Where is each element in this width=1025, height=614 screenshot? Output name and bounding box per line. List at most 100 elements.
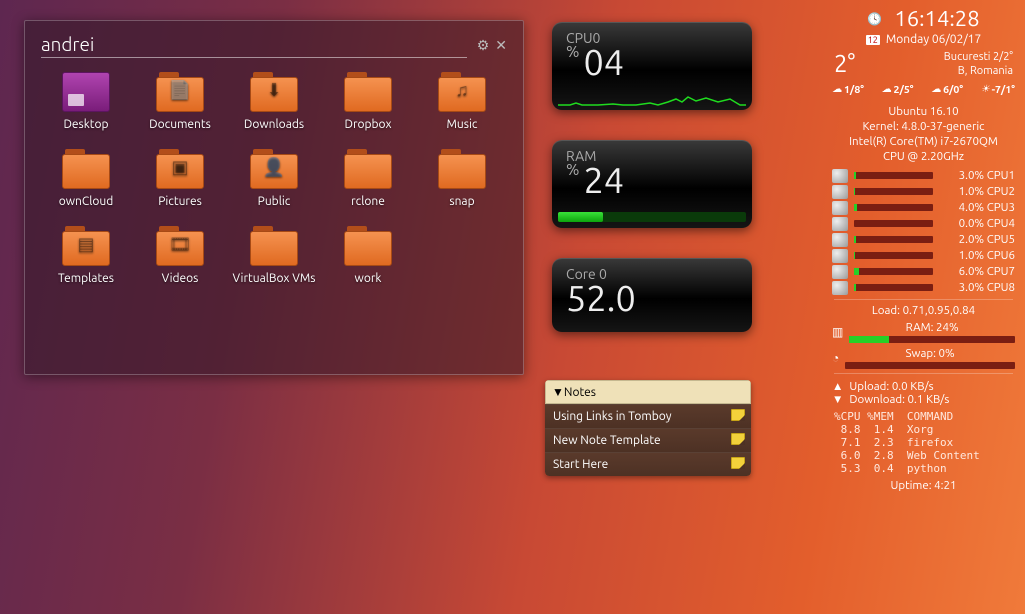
cpu-percent: 6.0% CPU7 (939, 265, 1015, 278)
clock-icon: 🕓 (867, 12, 882, 26)
cpu-bar (854, 172, 933, 179)
cpu-bar (854, 268, 933, 275)
file-item-downloads[interactable]: ⬇ Downloads (229, 72, 319, 131)
download-rate: Download: 0.1 KB/s (849, 393, 949, 406)
file-label: Documents (149, 118, 211, 131)
clock-date: Monday 06/02/17 (886, 33, 981, 46)
cpu-row: 3.0% CPU8 (832, 281, 1015, 295)
note-item[interactable]: Using Links in Tomboy (545, 404, 751, 428)
close-icon[interactable]: ✕ (495, 37, 507, 54)
file-item-rclone[interactable]: rclone (323, 149, 413, 208)
gauge-value: 24 (583, 159, 624, 200)
note-item[interactable]: Start Here (545, 452, 751, 476)
note-label: New Note Template (553, 434, 661, 447)
download-icon: ▼ (832, 393, 843, 406)
location-line1: Bucuresti 2/2° (944, 50, 1013, 64)
file-item-pictures[interactable]: ▣ Pictures (135, 149, 225, 208)
folder-icon (344, 72, 392, 112)
notes-header[interactable]: ▼Notes (545, 380, 751, 404)
cpu-row: 6.0% CPU7 (832, 265, 1015, 279)
swap-label: Swap: 0% (845, 347, 1015, 360)
uptime: Uptime: 4:21 (826, 479, 1021, 492)
cpu-percent: 1.0% CPU2 (939, 185, 1015, 198)
file-label: Public (258, 195, 291, 208)
note-icon (731, 433, 745, 445)
forecast-day: 6/0° (943, 83, 963, 95)
process-list: %CPU %MEM COMMAND 8.8 1.4 Xorg 7.1 2.3 f… (834, 410, 1013, 475)
cpu-model2: CPU @ 2.20GHz (826, 150, 1021, 163)
file-item-desktop[interactable]: Desktop (41, 72, 131, 131)
core-temp-gauge: Core 0 52.0 (552, 258, 752, 332)
cpu-chip-icon (832, 217, 848, 231)
cpu-bar (854, 188, 933, 195)
folder-icon (62, 149, 110, 189)
cpu-bar (854, 284, 933, 291)
folder-icon: 👤 (250, 149, 298, 189)
weather-icon: ☁ (882, 83, 892, 95)
cpu-chip-icon (832, 169, 848, 183)
cpu-chip-icon (832, 281, 848, 295)
file-item-documents[interactable]: 📄 Documents (135, 72, 225, 131)
folder-icon: 🎞 (156, 226, 204, 266)
ram-gauge: RAM %24 (552, 140, 752, 228)
cpu-row: 2.0% CPU5 (832, 233, 1015, 247)
cpu-row: 4.0% CPU3 (832, 201, 1015, 215)
forecast-day: -7/1° (992, 83, 1015, 95)
system-sidebar: 🕓 16:14:28 12 Monday 06/02/17 2° Bucures… (826, 6, 1021, 492)
file-item-music[interactable]: ♫Music (417, 72, 507, 131)
cpu-model: Intel(R) Core(TM) i7-2670QM (826, 135, 1021, 148)
folder-icon: ▣ (156, 149, 204, 189)
percent-sign: % (566, 161, 579, 179)
file-label: Videos (162, 272, 199, 285)
cpu-percent: 4.0% CPU3 (939, 201, 1015, 214)
cpu-bar (854, 252, 933, 259)
weather-icon: ☁ (931, 83, 941, 95)
forecast-row: ☁1/8° ☁2/5° ☁6/0° ☀-7/1° (826, 79, 1021, 103)
cpu-percent: 3.0% CPU1 (939, 169, 1015, 182)
file-label: rclone (351, 195, 385, 208)
calendar-icon: 12 (866, 35, 880, 45)
file-item-work[interactable]: work (323, 226, 413, 285)
ram-bar (558, 212, 746, 222)
file-label: Templates (58, 272, 114, 285)
file-item-owncloud[interactable]: ownCloud (41, 149, 131, 208)
gauge-value: 04 (583, 41, 624, 82)
folder-icon: ⬇ (250, 72, 298, 112)
cpu-chip-icon (832, 249, 848, 263)
file-label: Dropbox (344, 118, 391, 131)
folder-icon: ♫ (438, 72, 486, 112)
folder-icon (250, 226, 298, 266)
file-label: VirtualBox VMs (233, 272, 316, 285)
folder-icon (344, 226, 392, 266)
file-item-virtualbox-vms[interactable]: VirtualBox VMs (229, 226, 319, 285)
cpu-sparkline (558, 80, 746, 106)
folder-icon: 📄 (156, 72, 204, 112)
folder-icon (438, 149, 486, 189)
file-browser-header: andrei ⚙ ✕ (41, 33, 507, 58)
current-temp: 2° (834, 50, 855, 77)
note-label: Start Here (553, 458, 608, 471)
cpu-row: 1.0% CPU6 (832, 249, 1015, 263)
forecast-day: 2/5° (894, 83, 914, 95)
note-item[interactable]: New Note Template (545, 428, 751, 452)
file-label: snap (449, 195, 474, 208)
file-item-snap[interactable]: snap (417, 149, 507, 208)
notes-widget: ▼Notes Using Links in Tomboy New Note Tem… (545, 380, 751, 476)
cpu-bar (854, 220, 933, 227)
upload-icon: ▲ (832, 380, 843, 393)
file-item-dropbox[interactable]: Dropbox (323, 72, 413, 131)
note-label: Using Links in Tomboy (553, 410, 672, 423)
file-browser-path[interactable]: andrei (41, 33, 467, 58)
weather-icon: ☀ (981, 83, 990, 95)
cpu-percent: 2.0% CPU5 (939, 233, 1015, 246)
file-label: Downloads (244, 118, 304, 131)
weather-icon: ☁ (832, 83, 842, 95)
cpu-row: 0.0% CPU4 (832, 217, 1015, 231)
gear-icon[interactable]: ⚙ (477, 37, 490, 54)
file-item-templates[interactable]: ▤Templates (41, 226, 131, 285)
file-item-videos[interactable]: 🎞 Videos (135, 226, 225, 285)
file-label: ownCloud (59, 195, 114, 208)
cpu-percent: 1.0% CPU6 (939, 249, 1015, 262)
file-item-public[interactable]: 👤 Public (229, 149, 319, 208)
file-label: Pictures (158, 195, 202, 208)
